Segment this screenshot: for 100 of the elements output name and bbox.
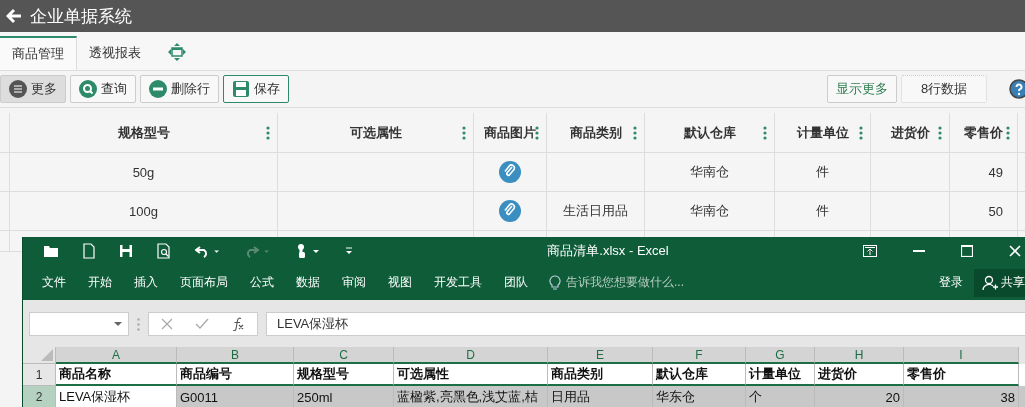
row-number[interactable]: 1	[35, 367, 43, 382]
column-header: 计量单位	[796, 123, 849, 142]
column-letter[interactable]: B	[231, 347, 239, 362]
folder-icon[interactable]	[43, 244, 59, 258]
sheet-cell: 计量单位	[749, 365, 801, 383]
column-menu-icon[interactable]	[859, 126, 863, 140]
ribbon-tab[interactable]: 开发工具	[423, 274, 493, 291]
tab[interactable]: 商品管理	[0, 36, 77, 70]
lightbulb-icon	[549, 274, 561, 291]
table-cell: 100g	[129, 203, 158, 219]
column-header: 商品图片	[484, 123, 536, 142]
tell-me-field[interactable]: 告诉我您想要做什么...	[549, 274, 684, 291]
table-cell: 华南仓	[690, 202, 729, 220]
column-letter[interactable]: I	[959, 347, 963, 362]
function-icon[interactable]	[231, 317, 245, 331]
sheet-cell: 蓝楹紫,亮黑色,浅艾蓝,桔	[397, 388, 538, 406]
tab[interactable]: 透视报表	[77, 36, 153, 70]
sheet-cell: 20	[885, 389, 900, 405]
sheet-cell: 250ml	[297, 389, 333, 405]
row-number[interactable]: 2	[35, 389, 43, 404]
share-button[interactable]: 共享	[974, 268, 1025, 297]
touch-mode-icon[interactable]	[295, 243, 321, 259]
save-icon	[232, 80, 250, 98]
new-document-icon[interactable]	[83, 243, 95, 259]
ribbon-tab[interactable]: 视图	[377, 274, 423, 291]
ribbon-tab[interactable]: 插入	[123, 274, 169, 291]
print-preview-icon[interactable]	[157, 243, 171, 259]
column-menu-icon[interactable]	[266, 126, 270, 140]
sheet-cell: 零售价	[907, 365, 946, 383]
table-cell: 50	[988, 203, 1003, 219]
help-icon[interactable]	[1009, 79, 1025, 99]
column-menu-icon[interactable]	[462, 126, 466, 140]
more-button[interactable]: 更多	[0, 75, 66, 103]
table-cell: 华南仓	[690, 163, 729, 181]
column-letter[interactable]: D	[466, 347, 475, 362]
show-more-button[interactable]: 显示更多	[827, 75, 897, 103]
column-header: 可选属性	[349, 123, 402, 142]
ribbon-tab[interactable]: 开始	[77, 274, 123, 291]
ribbon-display-icon[interactable]	[863, 245, 877, 257]
column-menu-icon[interactable]	[535, 126, 539, 140]
column-header: 默认仓库	[683, 123, 736, 142]
checkmark-icon[interactable]	[195, 318, 209, 330]
column-letter[interactable]: A	[112, 347, 120, 362]
formula-input[interactable]: LEVA保湿杯	[266, 312, 1025, 336]
search-icon	[79, 80, 97, 98]
column-letter[interactable]: E	[596, 347, 604, 362]
sheet-cell: 个	[749, 388, 762, 406]
ribbon-tab[interactable]: 团队	[493, 274, 539, 291]
ribbon-tab[interactable]: 文件	[31, 274, 77, 291]
column-letter[interactable]: G	[775, 347, 785, 362]
sheet-cell: G0011	[180, 389, 219, 405]
search-button[interactable]: 查询	[70, 75, 136, 103]
redo-icon[interactable]	[245, 244, 271, 258]
add-user-icon	[982, 274, 998, 291]
attachment-icon[interactable]	[499, 200, 521, 222]
maximize-icon[interactable]	[961, 245, 973, 257]
customize-icon[interactable]	[345, 247, 353, 255]
sheet-cell: 商品编号	[180, 365, 232, 383]
menu-icon	[9, 80, 27, 98]
undo-icon[interactable]	[195, 244, 221, 258]
table-cell: 生活日用品	[563, 202, 628, 220]
column-letter[interactable]: F	[695, 347, 703, 362]
sheet-cell: 可选属性	[397, 365, 449, 383]
column-menu-icon[interactable]	[763, 126, 767, 140]
back-arrow-icon[interactable]	[6, 8, 22, 24]
close-icon[interactable]	[1009, 245, 1021, 257]
sheet-cell: 日用品	[551, 388, 590, 406]
cancel-icon[interactable]	[161, 318, 173, 330]
row-count-label: 8行数据	[901, 75, 987, 103]
move-icon[interactable]	[167, 42, 187, 62]
sheet-cell: 商品类别	[551, 365, 603, 383]
sheet-cell: LEVA保湿杯	[59, 388, 131, 406]
sheet-cell: 默认仓库	[656, 365, 708, 383]
column-menu-icon[interactable]	[633, 126, 637, 140]
sheet-cell: 规格型号	[297, 365, 349, 383]
save-button[interactable]: 保存	[223, 75, 289, 103]
column-letter[interactable]: H	[854, 347, 864, 362]
ribbon-tab[interactable]: 审阅	[331, 274, 377, 291]
column-header: 零售价	[964, 123, 1003, 142]
column-menu-icon[interactable]	[1006, 126, 1010, 140]
column-header: 商品类别	[569, 123, 622, 142]
app-title: 企业单据系统	[30, 5, 132, 28]
drag-handle-icon[interactable]	[137, 317, 140, 331]
table-cell: 件	[816, 202, 829, 220]
window-title: 商品清单.xlsx - Excel	[546, 242, 670, 260]
sheet-cell: 商品名称	[59, 365, 111, 383]
ribbon-tab[interactable]: 数据	[285, 274, 331, 291]
login-button[interactable]: 登录	[928, 274, 974, 291]
ribbon-tab[interactable]: 公式	[239, 274, 285, 291]
sheet-cell: 38	[1000, 389, 1015, 405]
sheet-cell: 华东仓	[656, 388, 695, 406]
ribbon-tab[interactable]: 页面布局	[169, 274, 239, 291]
table-cell: 49	[988, 164, 1003, 180]
delete-button[interactable]: 删除行	[140, 75, 219, 103]
column-header: 规格型号	[117, 123, 170, 142]
column-menu-icon[interactable]	[938, 126, 942, 140]
table-cell: 件	[816, 163, 829, 181]
column-letter[interactable]: C	[339, 347, 348, 362]
minus-icon	[149, 80, 167, 98]
attachment-icon[interactable]	[499, 161, 521, 183]
